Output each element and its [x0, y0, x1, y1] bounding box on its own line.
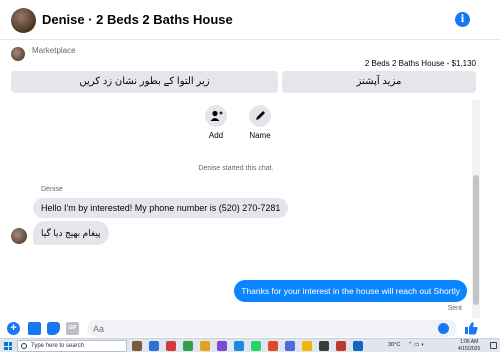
- taskbar-app-icon[interactable]: [302, 341, 312, 351]
- gif-icon[interactable]: GIF: [66, 322, 79, 335]
- taskbar-app-icon[interactable]: [132, 341, 142, 351]
- system-message: Denise started this chat.: [198, 165, 274, 172]
- marketplace-listing: Marketplace 2 Beds 2 Baths House - $1,13…: [0, 40, 480, 100]
- message-composer: + GIF: [0, 318, 500, 338]
- plus-icon[interactable]: +: [7, 322, 20, 335]
- chat-header: Denise · 2 Beds 2 Baths House i: [0, 0, 500, 40]
- taskbar-app-icon[interactable]: [183, 341, 193, 351]
- listing-title[interactable]: 2 Beds 2 Baths House - $1,130: [365, 59, 476, 68]
- tray-icons[interactable]: ⌃ ▭ ◖: [408, 342, 424, 348]
- message-input[interactable]: [87, 320, 457, 337]
- taskbar-app-icon[interactable]: [251, 341, 261, 351]
- listing-thumbnail[interactable]: [11, 47, 25, 61]
- thumbs-up-icon[interactable]: [464, 321, 478, 335]
- os-taskbar: Type here to search 30°C ⌃ ▭ ◖ 1:06 AM 4…: [0, 338, 500, 352]
- name-label: Name: [249, 131, 271, 140]
- taskbar-app-icon[interactable]: [285, 341, 295, 351]
- scrollbar-thumb[interactable]: [473, 175, 479, 305]
- message-thread: Add Name Denise started this chat. Denis…: [0, 100, 472, 318]
- more-options-button[interactable]: مزید آپشنز: [282, 71, 476, 93]
- taskbar-app-icon[interactable]: [319, 341, 329, 351]
- weather-readout[interactable]: 30°C: [388, 342, 400, 348]
- chat-scrollbar[interactable]: [472, 100, 480, 318]
- info-icon[interactable]: i: [455, 12, 470, 27]
- add-person-icon[interactable]: [205, 105, 227, 127]
- clock-time: 1:06 AM: [459, 339, 479, 345]
- taskbar-app-icon[interactable]: [166, 341, 176, 351]
- incoming-message[interactable]: Hello I'm by interested! My phone number…: [33, 198, 289, 218]
- clock-date: 4/15/2025: [458, 345, 481, 352]
- messenger-window: Denise · 2 Beds 2 Baths House i Marketpl…: [0, 0, 500, 352]
- search-icon: [21, 343, 27, 349]
- avatar[interactable]: [11, 8, 36, 33]
- pencil-icon[interactable]: [249, 105, 271, 127]
- sticker-icon[interactable]: [47, 322, 60, 335]
- mark-as-pending-button[interactable]: زیر التوا کے بطور نشان زد کریں: [11, 71, 278, 93]
- sender-name: Denise: [41, 186, 63, 193]
- emoji-icon[interactable]: [438, 323, 449, 334]
- image-icon[interactable]: [28, 322, 41, 335]
- taskbar-app-icon[interactable]: [353, 341, 363, 351]
- windows-start-icon[interactable]: [4, 342, 12, 350]
- outgoing-message[interactable]: Thanks for your interest in the house wi…: [234, 280, 467, 302]
- add-label: Add: [208, 131, 224, 140]
- system-clock[interactable]: 1:06 AM 4/15/2025: [458, 339, 480, 352]
- taskbar-search[interactable]: Type here to search: [17, 340, 127, 352]
- taskbar-search-placeholder: Type here to search: [31, 343, 85, 349]
- taskbar-app-icon[interactable]: [149, 341, 159, 351]
- chat-title[interactable]: Denise · 2 Beds 2 Baths House: [42, 12, 233, 27]
- taskbar-app-icon[interactable]: [217, 341, 227, 351]
- name-action[interactable]: Name: [240, 105, 280, 140]
- add-action[interactable]: Add: [196, 105, 236, 140]
- notification-icon[interactable]: [490, 342, 497, 349]
- taskbar-app-icon[interactable]: [234, 341, 244, 351]
- taskbar-app-icon[interactable]: [268, 341, 278, 351]
- incoming-message[interactable]: پیغام بھیج دیا گیا: [33, 221, 109, 245]
- sender-avatar[interactable]: [11, 228, 27, 244]
- sent-status: Sent: [447, 305, 462, 312]
- taskbar-app-icon[interactable]: [200, 341, 210, 351]
- taskbar-app-icon[interactable]: [336, 341, 346, 351]
- marketplace-label: Marketplace: [32, 46, 76, 55]
